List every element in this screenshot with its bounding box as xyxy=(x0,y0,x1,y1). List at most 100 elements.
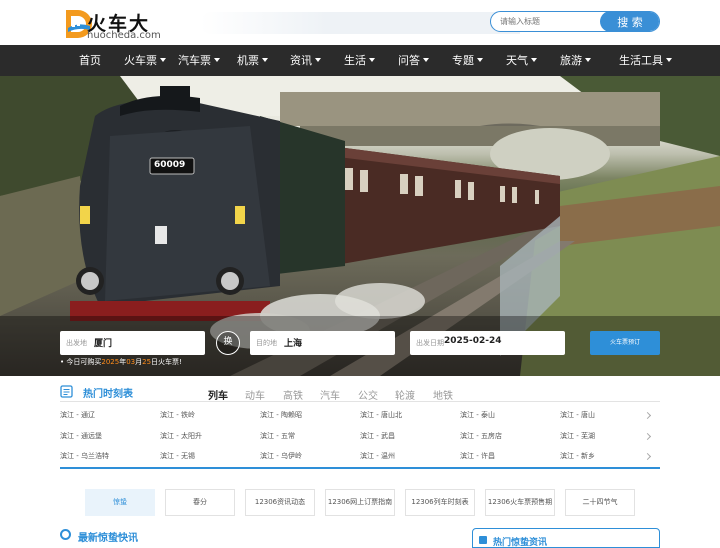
route-link[interactable]: 滨江 - 五房店 xyxy=(460,431,502,441)
tab-4[interactable]: 公交 xyxy=(358,387,378,402)
route-link[interactable]: 滨江 - 武昌 xyxy=(360,431,395,441)
tab-6[interactable]: 地铁 xyxy=(433,387,453,402)
chevron-down-icon xyxy=(214,58,220,62)
route-link[interactable]: 滨江 - 乌伊岭 xyxy=(260,451,302,461)
main-nav: 首页 火车票 汽车票 机票 资讯 生活 问答 专题 天气 旅游 生活工具 xyxy=(0,45,720,76)
chevron-right-icon[interactable] xyxy=(643,432,652,441)
to-station-field[interactable]: 目的地 上海 xyxy=(250,331,395,355)
hot-news-icon xyxy=(479,536,487,544)
route-link[interactable]: 滨江 - 五常 xyxy=(260,431,295,441)
site-logo[interactable]: 火车大 huocheda.com xyxy=(64,8,174,42)
to-label: 目的地 xyxy=(256,339,277,347)
nav-item-label: 专题 xyxy=(452,54,474,67)
brand-domain: huocheda.com xyxy=(87,30,161,41)
chevron-down-icon xyxy=(477,58,483,62)
nav-item-label: 生活 xyxy=(344,54,366,67)
route-link[interactable]: 滨江 - 许昌 xyxy=(460,451,495,461)
nav-item-9[interactable]: 旅游 xyxy=(560,45,591,76)
chevron-down-icon xyxy=(585,58,591,62)
search-input[interactable] xyxy=(500,14,600,29)
nav-item-label: 首页 xyxy=(79,54,101,67)
route-link[interactable]: 滨江 - 乌兰浩特 xyxy=(60,451,109,461)
nav-item-3[interactable]: 机票 xyxy=(237,45,268,76)
tip-day: 25 xyxy=(142,358,152,366)
nav-item-label: 天气 xyxy=(506,54,528,67)
site-header: 火车大 huocheda.com 搜 索 xyxy=(0,0,720,45)
chevron-right-icon[interactable] xyxy=(643,411,652,420)
from-station-field[interactable]: 出发地 厦门 xyxy=(60,331,205,355)
news-icon xyxy=(60,529,71,540)
tip-month: 03 xyxy=(126,358,136,366)
route-link[interactable]: 滨江 - 通辽 xyxy=(60,410,95,420)
nav-item-2[interactable]: 汽车票 xyxy=(178,45,220,76)
route-link[interactable]: 滨江 - 新乡 xyxy=(560,451,595,461)
route-link[interactable]: 滨江 - 无锡 xyxy=(160,451,195,461)
route-link[interactable]: 滨江 - 陶赖昭 xyxy=(260,410,302,420)
nav-item-label: 机票 xyxy=(237,54,259,67)
nav-item-label: 旅游 xyxy=(560,54,582,67)
nav-item-0[interactable]: 首页 xyxy=(79,45,101,76)
route-link[interactable]: 滨江 - 铁岭 xyxy=(160,410,195,420)
quick-link-3[interactable]: 12306网上订票指南 xyxy=(325,489,395,516)
nav-item-4[interactable]: 资讯 xyxy=(290,45,321,76)
to-value: 上海 xyxy=(284,339,303,349)
nav-item-5[interactable]: 生活 xyxy=(344,45,375,76)
route-link[interactable]: 滨江 - 通远堡 xyxy=(60,431,102,441)
nav-item-label: 生活工具 xyxy=(619,54,663,67)
route-link[interactable]: 滨江 - 温州 xyxy=(360,451,395,461)
hot-news-box: 热门惊蛰资讯 xyxy=(472,528,660,548)
tip-year: 2025 xyxy=(101,358,120,366)
route-link[interactable]: 滨江 - 唐山 xyxy=(560,410,595,420)
route-link[interactable]: 滨江 - 芜湖 xyxy=(560,431,595,441)
header-decoration xyxy=(200,12,520,34)
chevron-down-icon xyxy=(369,58,375,62)
nav-item-label: 资讯 xyxy=(290,54,312,67)
nav-item-6[interactable]: 问答 xyxy=(398,45,429,76)
from-label: 出发地 xyxy=(66,339,87,347)
date-field[interactable]: 出发日期 2025-02-24 xyxy=(410,331,565,355)
nav-item-8[interactable]: 天气 xyxy=(506,45,537,76)
locomotive-number: 60009 xyxy=(154,160,186,170)
nav-list: 首页 火车票 汽车票 机票 资讯 生活 问答 专题 天气 旅游 生活工具 xyxy=(0,45,720,76)
tab-0[interactable]: 列车 xyxy=(208,387,228,402)
tip-prefix: 今日可购买 xyxy=(66,358,102,366)
route-link[interactable]: 滨江 - 泰山 xyxy=(460,410,495,420)
timetable-divider xyxy=(60,401,660,402)
from-value: 厦门 xyxy=(94,339,113,349)
timetable-tabs: 列车 动车 高铁 汽车 公交 轮渡 地铁 xyxy=(0,387,720,402)
route-link[interactable]: 滨江 - 唐山北 xyxy=(360,410,402,420)
nav-item-1[interactable]: 火车票 xyxy=(124,45,166,76)
quick-link-4[interactable]: 12306列车时刻表 xyxy=(405,489,475,516)
quick-link-5[interactable]: 12306火车票预售期 xyxy=(485,489,555,516)
search-box: 搜 索 xyxy=(490,11,660,32)
book-train-ticket-button[interactable]: 火车票预订 xyxy=(590,331,660,355)
chevron-down-icon xyxy=(666,58,672,62)
quick-link-6[interactable]: 二十四节气 xyxy=(565,489,635,516)
nav-item-10[interactable]: 生活工具 xyxy=(619,45,672,76)
quick-link-2[interactable]: 12306资讯动态 xyxy=(245,489,315,516)
chevron-down-icon xyxy=(160,58,166,62)
chevron-down-icon xyxy=(531,58,537,62)
tab-1[interactable]: 动车 xyxy=(245,387,265,402)
tab-3[interactable]: 汽车 xyxy=(320,387,340,402)
timetable-bottom-line xyxy=(60,467,660,469)
date-label: 出发日期 xyxy=(416,339,444,347)
tab-2[interactable]: 高铁 xyxy=(283,387,303,402)
tip-suffix: 日火车票! xyxy=(151,358,182,366)
search-button[interactable]: 搜 索 xyxy=(600,12,659,31)
chevron-down-icon xyxy=(262,58,268,62)
chevron-right-icon[interactable] xyxy=(643,452,652,461)
presale-tip: • 今日可购买2025年03月25日火车票! xyxy=(60,357,182,367)
tab-5[interactable]: 轮渡 xyxy=(395,387,415,402)
date-value: 2025-02-24 xyxy=(444,336,502,346)
nav-item-7[interactable]: 专题 xyxy=(452,45,483,76)
quick-link-0[interactable]: 惊蛰 xyxy=(85,489,155,516)
quick-link-1[interactable]: 春分 xyxy=(165,489,235,516)
swap-stations-button[interactable]: 换 xyxy=(216,331,240,355)
nav-item-label: 汽车票 xyxy=(178,54,211,67)
chevron-down-icon xyxy=(315,58,321,62)
hot-news-title: 热门惊蛰资讯 xyxy=(493,538,548,548)
nav-item-label: 火车票 xyxy=(124,54,157,67)
latest-news-title: 最新惊蛰快讯 xyxy=(78,533,138,544)
route-link[interactable]: 滨江 - 太阳升 xyxy=(160,431,202,441)
